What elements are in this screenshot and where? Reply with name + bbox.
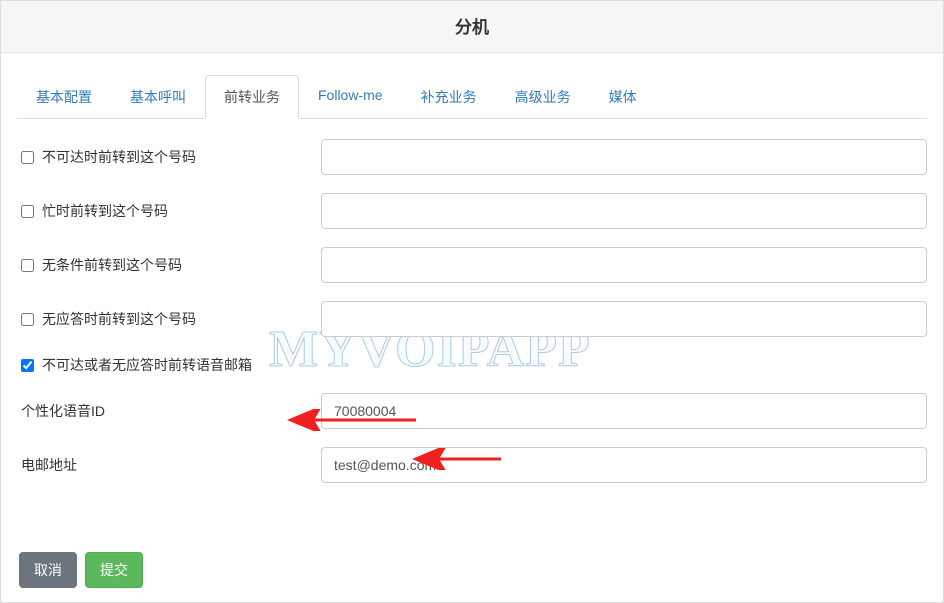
- checkbox-forward-voicemail[interactable]: [21, 359, 34, 372]
- tab-forward[interactable]: 前转业务: [205, 75, 299, 119]
- tab-basic-call[interactable]: 基本呼叫: [111, 75, 205, 119]
- input-forward-noanswer[interactable]: [321, 301, 927, 337]
- text-voice-id: 个性化语音ID: [21, 401, 105, 421]
- input-forward-unconditional[interactable]: [321, 247, 927, 283]
- tab-follow-me[interactable]: Follow-me: [299, 75, 402, 119]
- submit-button[interactable]: 提交: [85, 552, 143, 588]
- row-forward-unreachable: 不可达时前转到这个号码: [17, 139, 927, 175]
- label-forward-busy: 忙时前转到这个号码: [21, 201, 321, 221]
- text-forward-voicemail: 不可达或者无应答时前转语音邮箱: [42, 355, 252, 375]
- input-forward-busy[interactable]: [321, 193, 927, 229]
- checkbox-forward-busy[interactable]: [21, 205, 34, 218]
- row-voice-id: 个性化语音ID: [17, 393, 927, 429]
- text-forward-unreachable: 不可达时前转到这个号码: [42, 147, 196, 167]
- text-forward-noanswer: 无应答时前转到这个号码: [42, 309, 196, 329]
- tab-bar: 基本配置 基本呼叫 前转业务 Follow-me 补充业务 高级业务 媒体: [17, 75, 927, 119]
- label-email: 电邮地址: [21, 455, 321, 475]
- row-email: 电邮地址: [17, 447, 927, 483]
- checkbox-forward-noanswer[interactable]: [21, 313, 34, 326]
- input-voice-id[interactable]: [321, 393, 927, 429]
- dialog-content: MYVOIPAPP 基本配置 基本呼叫 前转业务 Follow-me 补充业务 …: [1, 53, 943, 538]
- cancel-button[interactable]: 取消: [19, 552, 77, 588]
- label-forward-unconditional: 无条件前转到这个号码: [21, 255, 321, 275]
- row-forward-busy: 忙时前转到这个号码: [17, 193, 927, 229]
- row-forward-voicemail: 不可达或者无应答时前转语音邮箱: [17, 355, 927, 375]
- tab-media[interactable]: 媒体: [590, 75, 656, 119]
- dialog-footer: 取消 提交: [1, 538, 943, 602]
- row-forward-noanswer: 无应答时前转到这个号码: [17, 301, 927, 337]
- tab-supplementary[interactable]: 补充业务: [402, 75, 496, 119]
- tab-advanced[interactable]: 高级业务: [496, 75, 590, 119]
- checkbox-forward-unreachable[interactable]: [21, 151, 34, 164]
- label-voice-id: 个性化语音ID: [21, 401, 321, 421]
- row-forward-unconditional: 无条件前转到这个号码: [17, 247, 927, 283]
- tab-basic-config[interactable]: 基本配置: [17, 75, 111, 119]
- checkbox-forward-unconditional[interactable]: [21, 259, 34, 272]
- input-email[interactable]: [321, 447, 927, 483]
- text-forward-unconditional: 无条件前转到这个号码: [42, 255, 182, 275]
- dialog-title: 分机: [455, 18, 489, 37]
- label-forward-unreachable: 不可达时前转到这个号码: [21, 147, 321, 167]
- label-forward-voicemail: 不可达或者无应答时前转语音邮箱: [21, 355, 252, 375]
- text-email: 电邮地址: [21, 455, 77, 475]
- input-forward-unreachable[interactable]: [321, 139, 927, 175]
- label-forward-noanswer: 无应答时前转到这个号码: [21, 309, 321, 329]
- text-forward-busy: 忙时前转到这个号码: [42, 201, 168, 221]
- dialog-window: 分机 MYVOIPAPP 基本配置 基本呼叫 前转业务 Follow-me 补充…: [0, 0, 944, 603]
- dialog-header: 分机: [1, 1, 943, 53]
